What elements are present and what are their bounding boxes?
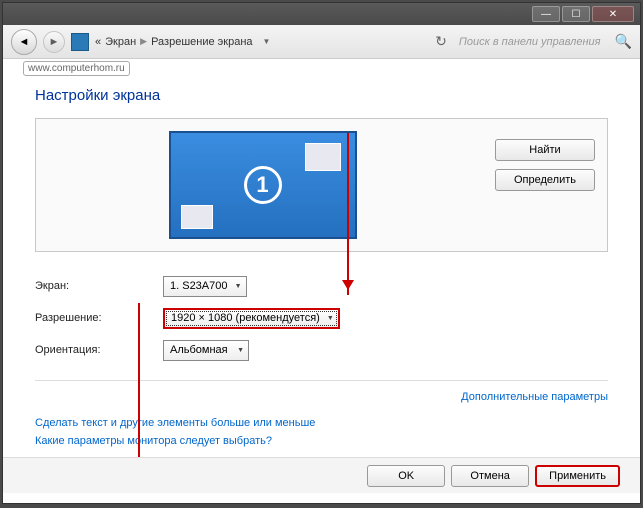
annotation-arrow bbox=[347, 133, 349, 295]
ok-button[interactable]: OK bbox=[367, 465, 445, 487]
back-icon: ◄ bbox=[19, 36, 30, 48]
nav-forward-button[interactable]: ► bbox=[43, 31, 65, 53]
find-button[interactable]: Найти bbox=[495, 139, 595, 161]
navigation-bar: ◄ ► « Экран ▶ Разрешение экрана ▼ ↻ Поис… bbox=[3, 25, 640, 59]
breadcrumb-root[interactable]: « bbox=[95, 36, 101, 48]
monitor-number: 1 bbox=[244, 166, 282, 204]
minimize-button[interactable]: — bbox=[532, 6, 560, 22]
titlebar: — ☐ ✕ bbox=[3, 3, 640, 25]
close-button[interactable]: ✕ bbox=[592, 6, 634, 22]
dialog-footer: OK Отмена Применить bbox=[3, 457, 640, 493]
text-size-link[interactable]: Сделать текст и другие элементы больше и… bbox=[35, 417, 608, 429]
settings-form: Экран: 1. S23A700 Разрешение: 1920 × 108… bbox=[35, 270, 608, 366]
display-label: Экран: bbox=[35, 280, 163, 292]
search-input[interactable]: Поиск в панели управления bbox=[459, 36, 601, 48]
content-pane: Настройки экрана 1 Найти Определить Экра… bbox=[3, 59, 640, 447]
detect-button[interactable]: Определить bbox=[495, 169, 595, 191]
display-preview-box: 1 Найти Определить bbox=[35, 118, 608, 252]
monitor-help-link[interactable]: Какие параметры монитора следует выбрать… bbox=[35, 435, 608, 447]
search-icon[interactable]: 🔍 bbox=[615, 33, 632, 50]
apply-button[interactable]: Применить bbox=[535, 465, 620, 487]
preview-window-icon bbox=[305, 143, 341, 171]
annotation-arrow bbox=[138, 303, 140, 463]
breadcrumb[interactable]: « Экран ▶ Разрешение экрана ▼ bbox=[95, 36, 270, 48]
orientation-select[interactable]: Альбомная bbox=[163, 340, 249, 361]
preview-window-icon bbox=[181, 205, 213, 229]
resolution-select[interactable]: 1920 × 1080 (рекомендуется) bbox=[163, 308, 340, 329]
control-panel-icon bbox=[71, 33, 89, 51]
cancel-button[interactable]: Отмена bbox=[451, 465, 529, 487]
chevron-down-icon[interactable]: ▼ bbox=[263, 37, 271, 46]
page-title: Настройки экрана bbox=[35, 87, 608, 104]
nav-back-button[interactable]: ◄ bbox=[11, 29, 37, 55]
orientation-label: Ориентация: bbox=[35, 344, 163, 356]
resolution-value: 1920 × 1080 (рекомендуется) bbox=[171, 312, 320, 324]
refresh-icon[interactable]: ↻ bbox=[435, 33, 447, 50]
resolution-label: Разрешение: bbox=[35, 312, 163, 324]
window-frame: — ☐ ✕ ◄ ► « Экран ▶ Разрешение экрана ▼ … bbox=[2, 2, 641, 504]
divider bbox=[35, 380, 608, 381]
maximize-button[interactable]: ☐ bbox=[562, 6, 590, 22]
monitor-preview[interactable]: 1 bbox=[169, 131, 357, 239]
display-value: 1. S23A700 bbox=[170, 280, 228, 292]
breadcrumb-resolution[interactable]: Разрешение экрана bbox=[151, 36, 252, 48]
forward-icon: ► bbox=[49, 36, 60, 48]
orientation-value: Альбомная bbox=[170, 344, 228, 356]
advanced-settings-link[interactable]: Дополнительные параметры bbox=[35, 391, 608, 403]
chevron-right-icon: ▶ bbox=[140, 36, 147, 47]
breadcrumb-screen[interactable]: Экран bbox=[105, 36, 136, 48]
display-select[interactable]: 1. S23A700 bbox=[163, 276, 247, 297]
